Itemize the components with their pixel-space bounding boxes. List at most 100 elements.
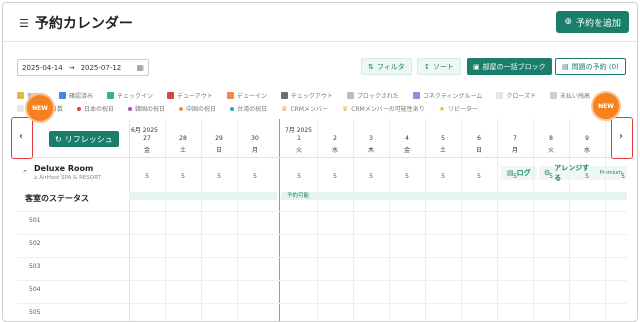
availability-count[interactable]: 5: [389, 173, 425, 180]
prev-dates-button[interactable]: ‹: [11, 117, 33, 159]
problem-reservations-button[interactable]: ▤ 問題の予約 (0): [555, 58, 626, 75]
legend-swatch: [280, 92, 288, 99]
day-of-week: 土: [439, 147, 446, 154]
calendar-room-column: ↻ リフレッシュ ⌃ Deluxe Room ⌂ AirHost SPA & R…: [17, 119, 130, 321]
collapse-caret-icon[interactable]: ⌃: [22, 169, 28, 177]
day-of-week: 金: [403, 147, 410, 154]
date-to: 2025-07-12: [80, 63, 122, 72]
crown-icon: ♛: [281, 104, 288, 113]
availability-count[interactable]: 5: [461, 173, 497, 180]
sort-label: ソート: [432, 62, 454, 71]
legend-label: チェックイン: [117, 93, 154, 100]
filter-button[interactable]: ⇅ フィルタ: [361, 58, 412, 75]
add-icon: ⊕: [564, 17, 572, 27]
legend-label: クローズド: [506, 93, 537, 100]
filter-icon: ⇅: [368, 62, 374, 71]
legend-item: チェックアウト: [280, 91, 333, 100]
bulk-block-button[interactable]: ▣ 部屋の一括ブロック: [467, 58, 552, 75]
day-number: 4: [405, 135, 409, 142]
day-header: 28 土: [165, 135, 201, 154]
legend-item: クローズド: [496, 91, 536, 100]
availability-count[interactable]: 5: [605, 173, 637, 180]
day-column-line: [533, 119, 534, 321]
document-icon: ▤: [562, 62, 569, 71]
day-column-line: [165, 119, 166, 321]
day-of-week: 月: [251, 147, 258, 154]
grid-row-line: [129, 257, 627, 258]
day-number: 6: [477, 135, 481, 142]
calendar-icon[interactable]: ▦: [136, 63, 144, 72]
legend-item: ブロックされた: [346, 91, 399, 100]
new-badge-right: NEW: [593, 93, 619, 119]
day-number: 3: [369, 135, 373, 142]
availability-count[interactable]: 5: [201, 173, 237, 180]
day-column-line: [461, 119, 462, 321]
availability-count[interactable]: 5: [425, 173, 461, 180]
legend-swatch: [167, 92, 175, 99]
room-row-divider: [17, 211, 129, 212]
room-number: 503: [29, 263, 41, 270]
room-property: ⌂ AirHost SPA & RESORT: [34, 175, 101, 181]
holiday-dot-icon: [77, 106, 82, 111]
holiday-dot-icon: [128, 106, 133, 111]
availability-count[interactable]: 5: [317, 173, 353, 180]
day-header: 2水: [317, 135, 353, 154]
day-of-week: 土: [179, 147, 186, 154]
availability-count[interactable]: 5: [237, 173, 273, 180]
day-number: 28: [179, 135, 187, 142]
legend-label: 日本の祝日: [84, 106, 115, 113]
legend-label: リピーター: [448, 106, 479, 113]
day-of-week: 火: [547, 147, 554, 154]
grid-row-line: [129, 234, 627, 235]
new-badge-left: NEW: [27, 95, 53, 121]
add-reservation-button[interactable]: ⊕ 予約を追加: [556, 11, 629, 33]
refresh-button[interactable]: ↻ リフレッシュ: [49, 131, 119, 147]
availability-count[interactable]: 5: [281, 173, 317, 180]
legend-label: 中国の祝日: [186, 106, 217, 113]
room-row-divider: [17, 257, 129, 258]
star-icon: ★: [438, 104, 446, 113]
legend-row-status: 保留中確認済みチェックインデューアウトデューインチェックアウトブロックされたコネ…: [17, 91, 590, 100]
availability-count[interactable]: 5: [165, 173, 201, 180]
sort-button[interactable]: ↕ ソート: [417, 58, 461, 75]
availability-count[interactable]: 5: [129, 173, 165, 180]
chevron-right-icon: ›: [619, 131, 623, 142]
next-dates-button[interactable]: ›: [611, 117, 633, 159]
date-range-input[interactable]: 2025-04-14 → 2025-07-12 ▦: [17, 59, 149, 76]
day-number: 5: [441, 135, 445, 142]
room-status-bar: 予約可能: [281, 192, 627, 200]
day-of-week: 木: [367, 147, 374, 154]
legend-swatch: [346, 92, 354, 99]
availability-count[interactable]: 5: [569, 173, 605, 180]
availability-count[interactable]: 5: [533, 173, 569, 180]
refresh-label: リフレッシュ: [64, 134, 113, 144]
legend-label: 確認済み: [69, 93, 94, 100]
day-of-week: 水: [331, 147, 338, 154]
date-arrow: →: [68, 63, 75, 72]
room-row-divider: [17, 303, 129, 304]
legend-label: CRMメンバーの可能性あり: [351, 106, 425, 113]
room-number: 504: [29, 286, 41, 293]
grid-row-line: [129, 303, 627, 304]
day-column-line: [497, 119, 498, 321]
room-status-bar-june: [129, 192, 277, 200]
legend-item: 日本の祝日: [77, 104, 114, 113]
legend-label: チェックアウト: [290, 93, 333, 100]
filter-label: フィルタ: [376, 62, 405, 71]
legend-label: 韓国の祝日: [135, 106, 166, 113]
availability-count[interactable]: 5: [353, 173, 389, 180]
day-of-week: 日: [475, 147, 482, 154]
availability-count[interactable]: 5: [497, 173, 533, 180]
legend-item: ★ リピーター: [438, 104, 479, 114]
calendar-grid: 6月 2025 7月 2025 予約可能 ▤ ログ ⚙ アレンジする Premi…: [129, 119, 627, 321]
month-label-july: 7月 2025: [285, 127, 312, 134]
legend-item: 未払い残高: [550, 91, 590, 100]
calendar-header-divider: [17, 157, 627, 158]
menu-icon[interactable]: ☰: [19, 17, 29, 30]
legend-item: コネクティングルーム: [412, 91, 482, 100]
legend-item: デューアウト: [167, 91, 213, 100]
day-of-week: 水: [583, 147, 590, 154]
lock-icon: [17, 105, 24, 112]
app-window: ☰ 予約カレンダー ⊕ 予約を追加 2025-04-14 → 2025-07-1…: [2, 2, 638, 322]
room-row-divider: [17, 280, 129, 281]
